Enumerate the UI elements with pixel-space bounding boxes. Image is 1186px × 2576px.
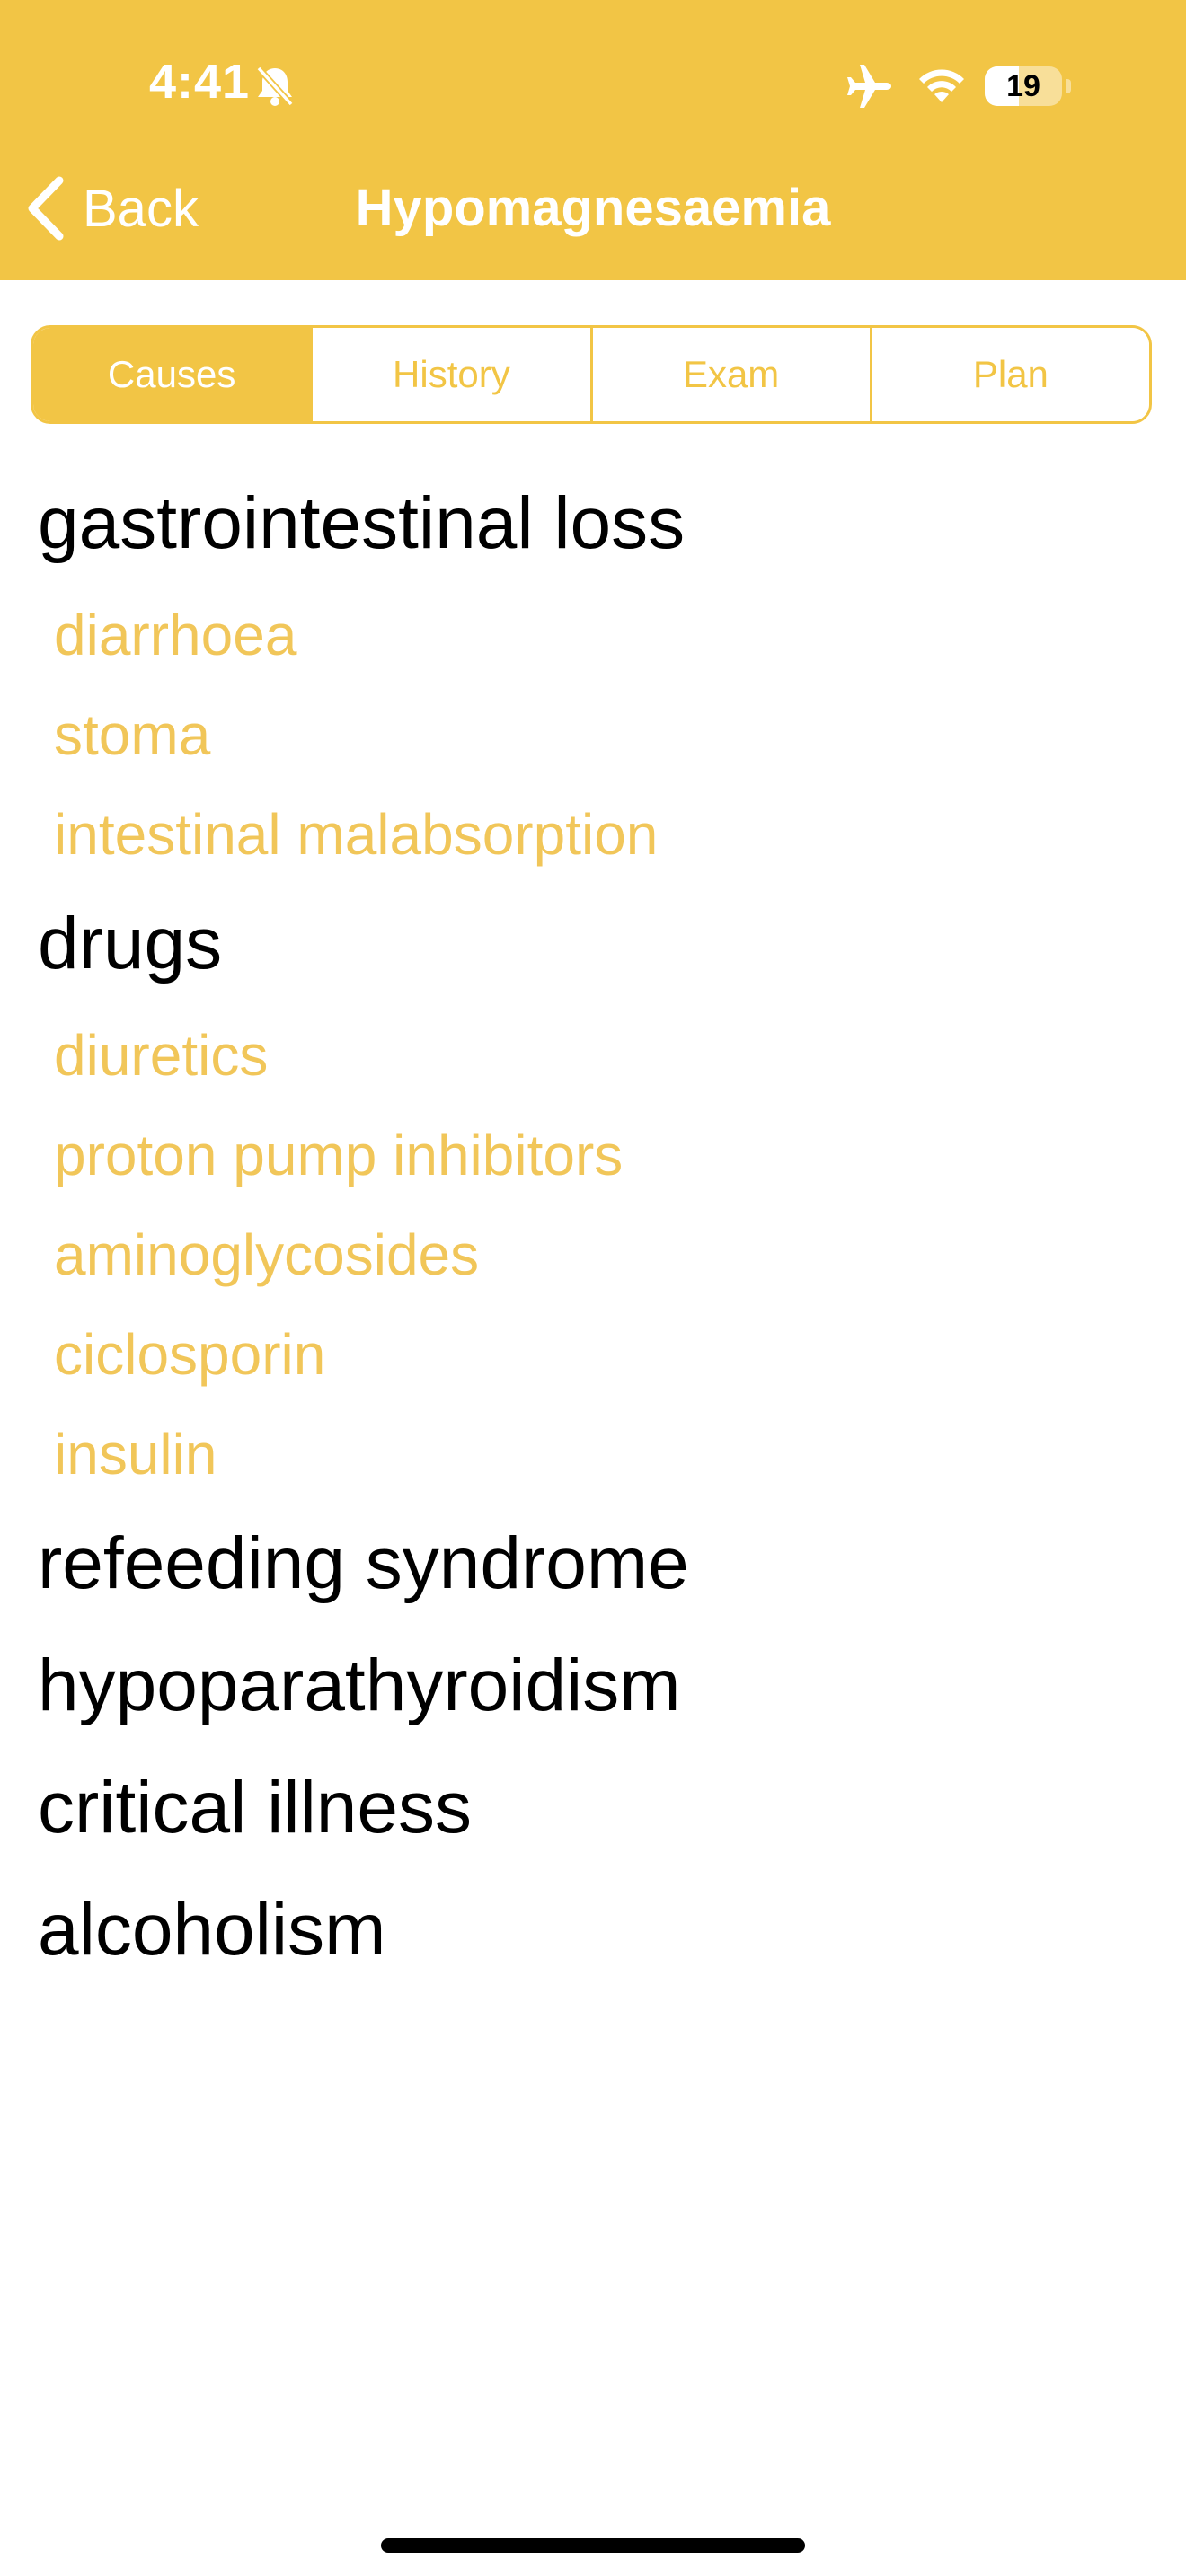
status-time: 4:41 — [149, 55, 251, 109]
list-item[interactable]: ciclosporin — [54, 1321, 325, 1388]
tab-history[interactable]: History — [310, 328, 590, 421]
section-tabs: Causes History Exam Plan — [31, 325, 1152, 424]
navigation-header: 4:41 19 Back Hypomagnesaemia — [0, 0, 1186, 280]
tab-causes[interactable]: Causes — [33, 328, 311, 421]
battery-cap — [1066, 79, 1071, 93]
section-heading[interactable]: critical illness — [38, 1766, 472, 1850]
list-item[interactable]: insulin — [54, 1421, 217, 1487]
battery-percent: 19 — [1006, 69, 1040, 103]
bell-slash-icon — [256, 66, 294, 107]
list-item[interactable]: diarrhoea — [54, 602, 296, 668]
section-heading[interactable]: alcoholism — [38, 1888, 385, 1972]
section-heading: drugs — [38, 903, 223, 984]
back-label: Back — [83, 179, 199, 238]
section-heading[interactable]: hypoparathyroidism — [38, 1644, 681, 1728]
battery-indicator: 19 — [985, 66, 1062, 106]
list-item[interactable]: stoma — [54, 701, 210, 768]
page-title: Hypomagnesaemia — [355, 179, 831, 237]
section-heading[interactable]: refeeding syndrome — [38, 1522, 689, 1606]
tab-plan[interactable]: Plan — [869, 328, 1149, 421]
chevron-left-icon — [28, 176, 64, 241]
wifi-icon — [919, 69, 964, 102]
list-item[interactable]: diuretics — [54, 1022, 268, 1089]
tab-exam[interactable]: Exam — [589, 328, 870, 421]
list-item[interactable]: proton pump inhibitors — [54, 1122, 623, 1188]
list-item[interactable]: aminoglycosides — [54, 1222, 479, 1288]
list-item[interactable]: intestinal malabsorption — [54, 801, 658, 868]
airplane-mode-icon — [847, 65, 891, 108]
section-heading: gastrointestinal loss — [38, 482, 686, 564]
home-indicator — [381, 2538, 805, 2553]
back-button[interactable]: Back — [25, 171, 199, 246]
